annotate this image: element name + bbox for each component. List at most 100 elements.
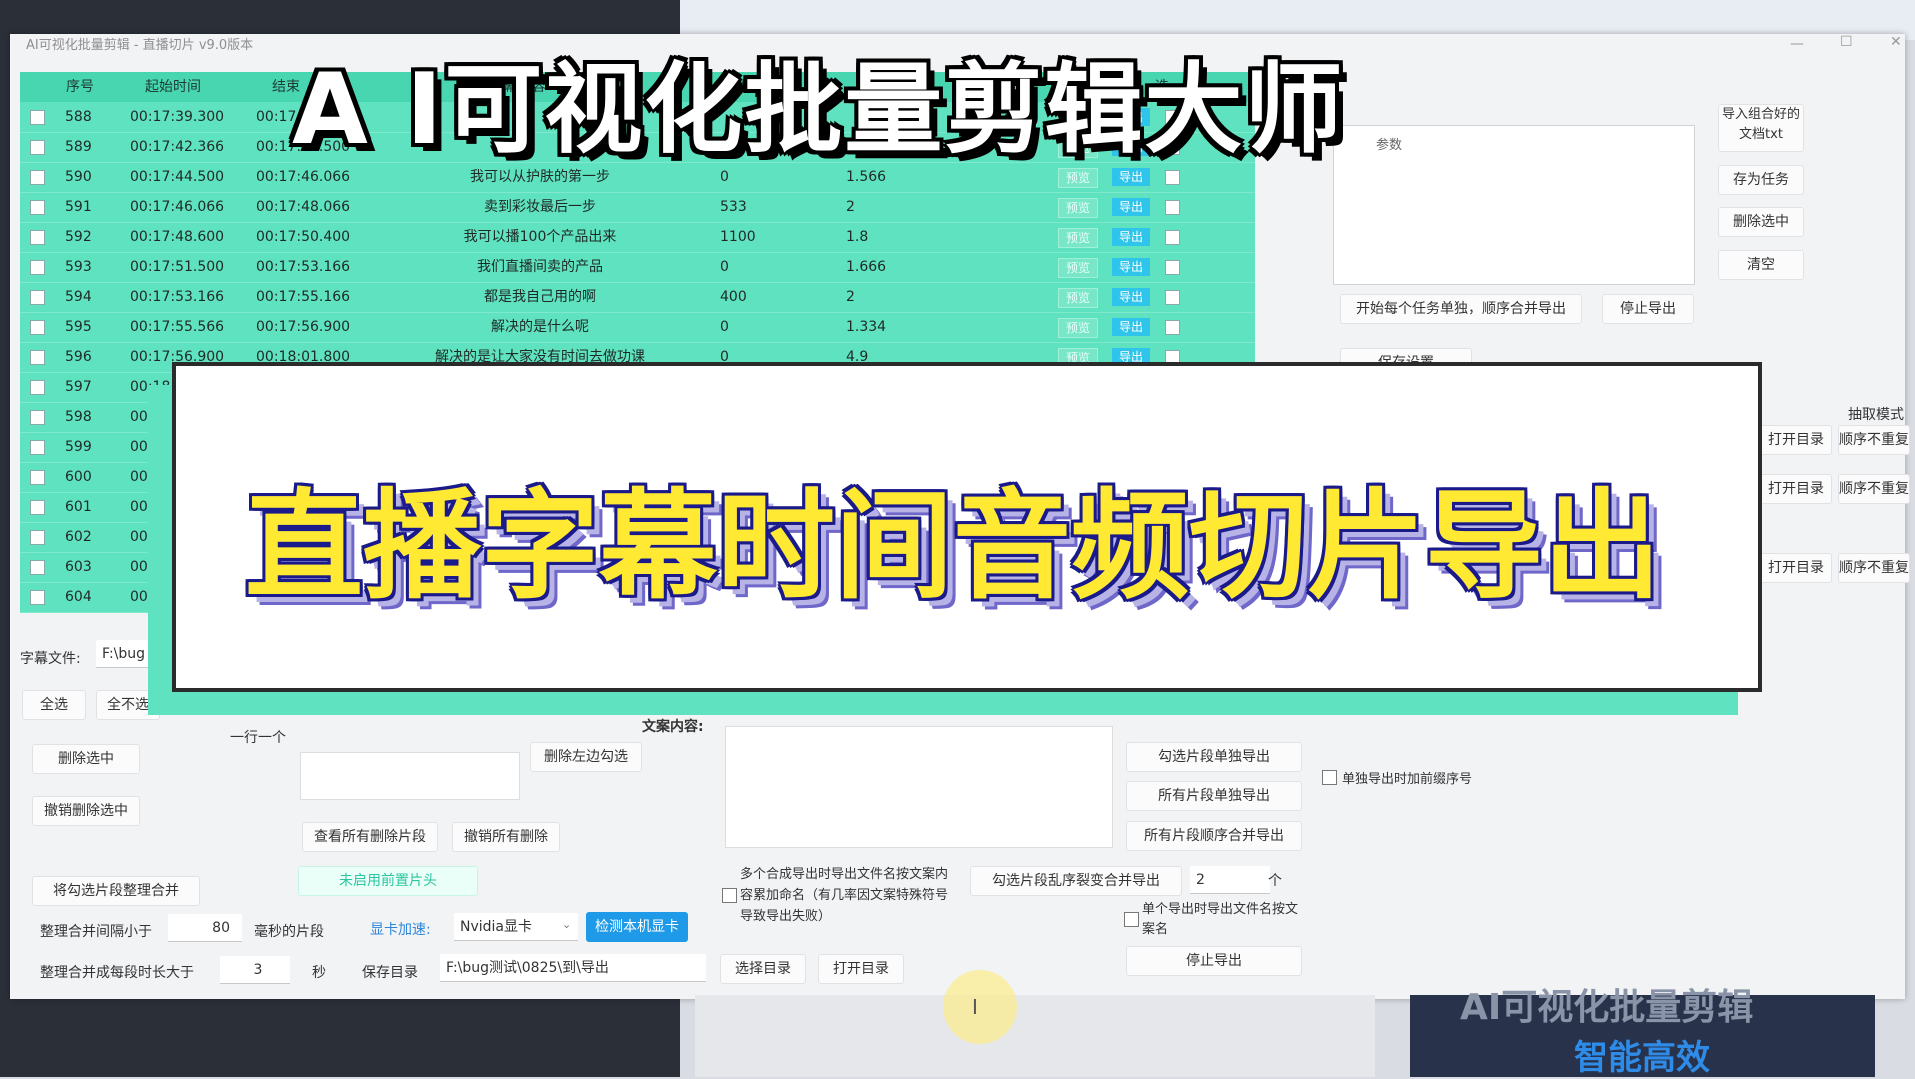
table-row[interactable]: 592 00:17:48.600 00:17:50.400 我可以播100个产品出来 1… (20, 222, 1255, 253)
row-no: 602 (65, 529, 92, 545)
checked-single-export-button[interactable]: 勾选片段单独导出 (1126, 742, 1302, 772)
row-text: 都是我自己用的啊 (484, 289, 596, 305)
open-dir-r3-button[interactable]: 打开目录 (1760, 553, 1832, 583)
single-add-seq-checkbox[interactable] (1322, 770, 1337, 785)
clear-button[interactable]: 清空 (1718, 250, 1804, 280)
copy-content-textarea[interactable] (725, 726, 1113, 848)
export-button[interactable]: 导出 (1112, 228, 1150, 246)
stop-export-right-button[interactable]: 停止导出 (1602, 294, 1694, 324)
row-duration: 2 (846, 199, 855, 215)
extract-mode-label: 抽取模式 (1848, 407, 1904, 423)
order-no-repeat-2[interactable]: 顺序不重复 (1838, 474, 1910, 504)
keyword-textarea[interactable] (300, 752, 520, 800)
row-checkbox[interactable] (30, 260, 45, 275)
shuffle-count-input[interactable]: 2 (1190, 866, 1270, 894)
unused-prefix-button[interactable]: 未启用前置片头 (298, 866, 478, 896)
preview-button[interactable]: 预览 (1058, 258, 1098, 278)
row-start: 00:17:44.500 (130, 169, 225, 185)
checked-shuffle-merge-export-button[interactable]: 勾选片段乱序裂变合并导出 (970, 866, 1182, 896)
merge-min-input[interactable]: 3 (220, 956, 290, 984)
row-checkbox[interactable] (30, 560, 45, 575)
row-checkbox[interactable] (30, 290, 45, 305)
row-checkbox[interactable] (30, 140, 45, 155)
preview-button[interactable]: 预览 (1058, 198, 1098, 218)
start-each-task-button[interactable]: 开始每个任务单独，顺序合并导出 (1340, 294, 1582, 324)
row-checkbox[interactable] (30, 320, 45, 335)
merge-gap-input[interactable]: 80 (168, 914, 242, 942)
delete-selected-button[interactable]: 删除选中 (32, 744, 140, 774)
row-start: 00 (130, 589, 148, 605)
row-checkbox[interactable] (30, 590, 45, 605)
minimize-icon[interactable]: — (1790, 36, 1804, 52)
delete-task-button[interactable]: 删除选中 (1718, 207, 1804, 237)
open-dir-r1-button[interactable]: 打开目录 (1760, 425, 1832, 455)
order-no-repeat-3[interactable]: 顺序不重复 (1838, 553, 1910, 583)
choose-dir-button[interactable]: 选择目录 (720, 954, 806, 984)
row-checkbox[interactable] (30, 110, 45, 125)
subtitle-file-label: 字幕文件: (20, 651, 81, 667)
close-icon[interactable]: ✕ (1890, 34, 1902, 50)
header-start: 起始时间 (145, 79, 201, 95)
row-select-checkbox[interactable] (1165, 230, 1180, 245)
detect-gpu-button[interactable]: 检测本机显卡 (586, 912, 688, 942)
row-start: 00 (130, 529, 148, 545)
delete-left-checked-button[interactable]: 删除左边勾选 (530, 742, 642, 772)
select-all-button[interactable]: 全选 (22, 690, 86, 720)
task-list-panel[interactable]: 参数 (1333, 125, 1695, 285)
all-single-export-button[interactable]: 所有片段单独导出 (1126, 781, 1302, 811)
import-doc-button[interactable]: 导入组合好的文档txt (1718, 104, 1804, 152)
undo-all-deleted-button[interactable]: 撤销所有删除 (452, 822, 560, 852)
row-start: 00 (130, 409, 148, 425)
row-end: 00:17:55.166 (256, 289, 351, 305)
maximize-icon[interactable]: ☐ (1840, 34, 1853, 50)
preview-button[interactable]: 预览 (1058, 228, 1098, 248)
row-checkbox[interactable] (30, 470, 45, 485)
all-sequential-merge-export-button[interactable]: 所有片段顺序合并导出 (1126, 821, 1302, 851)
single-export-name-checkbox[interactable] (1124, 912, 1139, 927)
row-checkbox[interactable] (30, 530, 45, 545)
open-dir-r2-button[interactable]: 打开目录 (1760, 474, 1832, 504)
order-no-repeat-1[interactable]: 顺序不重复 (1838, 425, 1910, 455)
export-button[interactable]: 导出 (1112, 258, 1150, 276)
row-duration: 1.8 (846, 229, 869, 245)
stop-export-button[interactable]: 停止导出 (1126, 946, 1302, 976)
row-no: 592 (65, 229, 92, 245)
row-checkbox[interactable] (30, 230, 45, 245)
row-checkbox[interactable] (30, 170, 45, 185)
view-all-deleted-button[interactable]: 查看所有删除片段 (302, 822, 438, 852)
row-select-checkbox[interactable] (1165, 170, 1180, 185)
shuffle-unit-label: 个 (1268, 873, 1282, 889)
multi-export-name-checkbox[interactable] (722, 888, 737, 903)
open-dir-button[interactable]: 打开目录 (818, 954, 904, 984)
export-button[interactable]: 导出 (1112, 318, 1150, 336)
row-select-checkbox[interactable] (1165, 320, 1180, 335)
row-text: 我可以播100个产品出来 (463, 229, 617, 245)
save-task-button[interactable]: 存为任务 (1718, 165, 1804, 195)
row-checkbox[interactable] (30, 410, 45, 425)
undo-delete-selected-button[interactable]: 撤销删除选中 (32, 796, 140, 826)
row-checkbox[interactable] (30, 200, 45, 215)
table-row[interactable]: 593 00:17:51.500 00:17:53.166 我们直播间卖的产品 0 1.6… (20, 252, 1255, 283)
preview-button[interactable]: 预览 (1058, 318, 1098, 338)
export-button[interactable]: 导出 (1112, 288, 1150, 306)
preview-button[interactable]: 预览 (1058, 288, 1098, 308)
row-select-checkbox[interactable] (1165, 290, 1180, 305)
table-row[interactable]: 595 00:17:55.566 00:17:56.900 解决的是什么呢 0 1.334… (20, 312, 1255, 343)
merge-min-label: 整理合并成每段时长大于 (40, 965, 194, 981)
row-checkbox[interactable] (30, 500, 45, 515)
row-checkbox[interactable] (30, 380, 45, 395)
row-checkbox[interactable] (30, 440, 45, 455)
row-select-checkbox[interactable] (1165, 260, 1180, 275)
row-select-checkbox[interactable] (1165, 200, 1180, 215)
row-checkbox[interactable] (30, 350, 45, 365)
window-title: AI可视化批量剪辑 - 直播切片 v9.0版本 (26, 38, 254, 53)
export-button[interactable]: 导出 (1112, 198, 1150, 216)
table-row[interactable]: 594 00:17:53.166 00:17:55.166 都是我自己用的啊 400 2 预… (20, 282, 1255, 313)
save-dir-input[interactable]: F:\bug测试\0825\到\导出 (440, 954, 706, 982)
merge-gap-label: 整理合并间隔小于 (40, 924, 152, 940)
row-no: 596 (65, 349, 92, 365)
merge-checked-button[interactable]: 将勾选片段整理合并 (32, 876, 200, 906)
chevron-down-icon[interactable]: ⌄ (562, 918, 571, 931)
table-row[interactable]: 591 00:17:46.066 00:17:48.066 卖到彩妆最后一步 533 2 预… (20, 192, 1255, 223)
gpu-select[interactable]: Nvidia显卡 (454, 913, 578, 941)
